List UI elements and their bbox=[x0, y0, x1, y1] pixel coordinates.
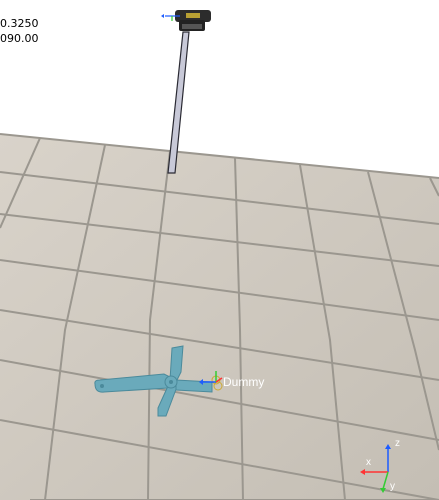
viewport-readout-line-2: 090.00 bbox=[0, 32, 39, 45]
viewport-readout-line-1: 0.3250 bbox=[0, 17, 39, 30]
3d-viewport[interactable]: Dummy z x y 0.3250 090.00 bbox=[0, 0, 439, 500]
axis-z-label: z bbox=[395, 438, 400, 449]
tiled-floor[interactable] bbox=[0, 133, 439, 500]
axis-x-label: x bbox=[366, 457, 371, 468]
scene-canvas[interactable]: Dummy z x y bbox=[0, 0, 439, 500]
dummy-label: Dummy bbox=[223, 375, 264, 389]
axis-y-label: y bbox=[390, 481, 395, 492]
